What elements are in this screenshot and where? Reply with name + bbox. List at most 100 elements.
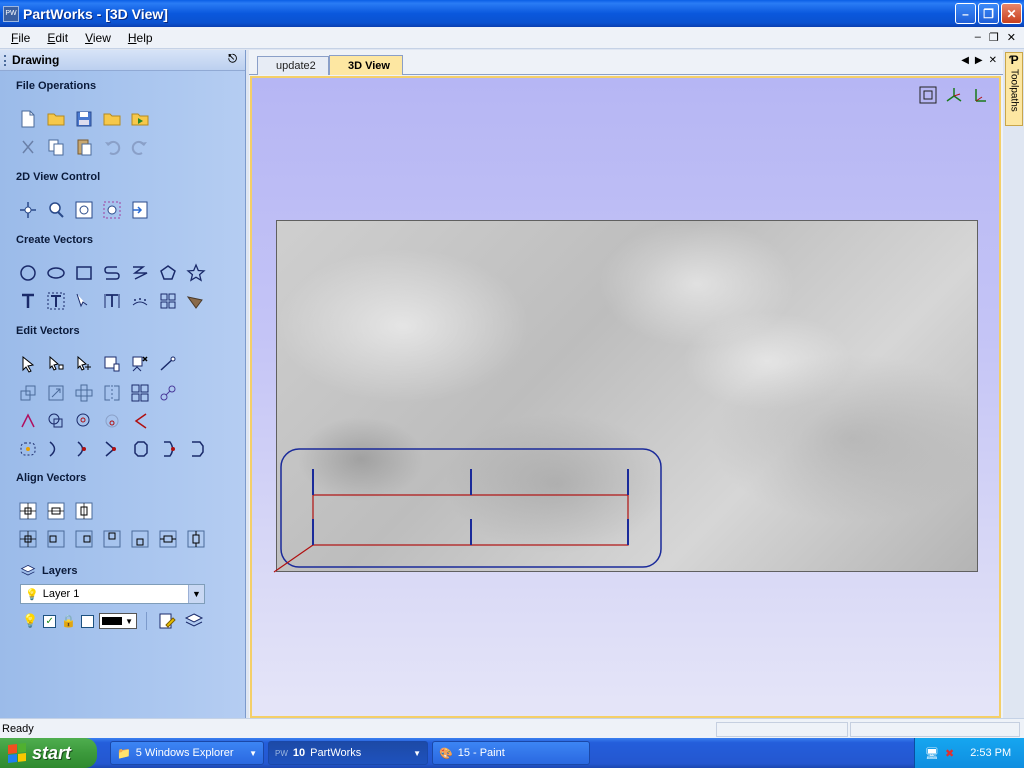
align-center-horizontal-icon[interactable] [45,500,67,522]
start-button[interactable]: start [0,738,97,768]
taskbar-windows-explorer[interactable]: 📁 5 Windows Explorer ▼ [110,741,264,765]
layer-properties-icon[interactable] [156,610,178,632]
tab-close-icon[interactable]: ✕ [989,55,997,66]
pan-icon[interactable] [17,199,39,221]
text-box-tool-icon[interactable] [45,290,67,312]
minimize-button[interactable]: – [955,3,976,24]
menu-edit[interactable]: Edit [41,31,74,45]
new-file-icon[interactable] [17,108,39,130]
transform-select-icon[interactable] [73,353,95,375]
restore-button[interactable]: ❐ [978,3,999,24]
curve-tool-icon[interactable] [129,262,151,284]
layer-manager-icon[interactable] [183,610,205,632]
menu-file[interactable]: File [5,31,36,45]
text-tool-icon[interactable] [17,290,39,312]
clock[interactable]: 2:53 PM [970,747,1011,759]
panel-grip[interactable] [4,55,7,66]
center-in-material-icon[interactable] [17,500,39,522]
save-icon[interactable] [73,108,95,130]
array-copy-icon[interactable] [157,290,179,312]
arc-node-icon[interactable] [157,438,179,460]
import-icon[interactable] [129,108,151,130]
select-tool-icon[interactable] [17,353,39,375]
undo-icon[interactable] [101,136,123,158]
fit-view-icon[interactable] [129,199,151,221]
mdi-minimize-icon[interactable]: – [975,31,981,44]
taskbar-partworks[interactable]: PW 10 PartWorks ▼ [268,741,428,765]
mdi-restore-icon[interactable]: ❐ [989,31,999,44]
layer-color-dropdown[interactable]: ▼ [99,613,138,629]
polygon-tool-icon[interactable] [157,262,179,284]
auto-layout-text-icon[interactable] [101,290,123,312]
tab-update2[interactable]: update2 [257,56,329,75]
join-vectors-icon[interactable] [157,382,179,404]
move-vector-icon[interactable] [73,382,95,404]
align-bottom-icon[interactable] [129,528,151,550]
scale-vector-icon[interactable] [17,382,39,404]
align-top-icon[interactable] [101,528,123,550]
fillet-tool-icon[interactable] [129,410,151,432]
curve-fit-icon[interactable] [45,438,67,460]
arc-text-icon[interactable] [129,290,151,312]
rectangle-tool-icon[interactable] [73,262,95,284]
delete-vector-icon[interactable] [129,353,151,375]
align-right-icon[interactable] [73,528,95,550]
partworks-app-icon[interactable]: PW [3,5,19,22]
offset-vectors-icon[interactable] [17,438,39,460]
circle-tool-icon[interactable] [17,262,39,284]
layer-visible-bulb-icon[interactable]: 💡 [22,613,38,629]
group-vectors-icon[interactable] [129,382,151,404]
open-folder-icon[interactable] [45,108,67,130]
toolpaths-side-tab[interactable]: Ƥ Toolpaths [1005,52,1023,126]
polyline-tool-icon[interactable] [101,262,123,284]
layer-visible-checkbox[interactable]: ✓ [43,614,57,628]
layer-lock-checkbox[interactable] [81,614,95,628]
measure-tool-icon[interactable] [157,353,179,375]
interactive-scale-icon[interactable] [101,353,123,375]
line-node-icon[interactable] [101,438,123,460]
status-bar: Ready [0,718,1024,738]
mdi-close-icon[interactable]: ✕ [1007,31,1016,44]
3d-viewport[interactable] [250,76,1001,718]
close-vector-icon[interactable] [129,438,151,460]
lock-icon[interactable]: 🔒 [61,614,76,628]
star-tool-icon[interactable] [185,262,207,284]
zoom-icon[interactable] [45,199,67,221]
zoom-selection-icon[interactable] [101,199,123,221]
redo-icon[interactable] [129,136,151,158]
subtract-vectors-icon[interactable] [73,410,95,432]
bezier-node-icon[interactable] [185,438,207,460]
alert-tray-icon[interactable]: ✖ [945,747,954,760]
menu-view[interactable]: View [79,31,117,45]
align-center-vertical-icon[interactable] [73,500,95,522]
bitmap-trace-icon[interactable] [185,290,207,312]
network-tray-icon[interactable]: 🖥 [925,747,939,760]
open-recent-icon[interactable] [101,108,123,130]
copy-icon[interactable] [45,136,67,158]
intersect-vectors-icon[interactable] [101,410,123,432]
align-horizontal-center-icon[interactable] [157,528,179,550]
align-left-icon[interactable] [45,528,67,550]
tab-scroll-left-icon[interactable]: ◀ [961,55,969,66]
tab-scroll-right-icon[interactable]: ▶ [975,55,983,66]
paste-icon[interactable] [73,136,95,158]
set-size-icon[interactable] [45,382,67,404]
weld-vectors-icon[interactable] [45,410,67,432]
zoom-extents-icon[interactable] [73,199,95,221]
tab-3d-view[interactable]: 3D View [329,55,403,75]
align-vertical-center-icon[interactable] [185,528,207,550]
node-edit-icon[interactable] [45,353,67,375]
mirror-vector-icon[interactable] [101,382,123,404]
chevron-down-icon[interactable]: ▼ [188,585,204,603]
align-center-icon[interactable] [17,528,39,550]
ellipse-tool-icon[interactable] [45,262,67,284]
layer-select[interactable]: 💡 Layer 1 ▼ [20,584,205,604]
text-on-curve-icon[interactable] [73,290,95,312]
pin-icon[interactable]: ⎋ [228,53,237,66]
close-button[interactable]: ✕ [1001,3,1022,24]
smooth-node-icon[interactable] [73,438,95,460]
taskbar-paint[interactable]: 🎨 15 - Paint [432,741,590,765]
trim-vectors-icon[interactable] [17,410,39,432]
menu-help[interactable]: Help [122,31,159,45]
cut-icon[interactable] [17,136,39,158]
